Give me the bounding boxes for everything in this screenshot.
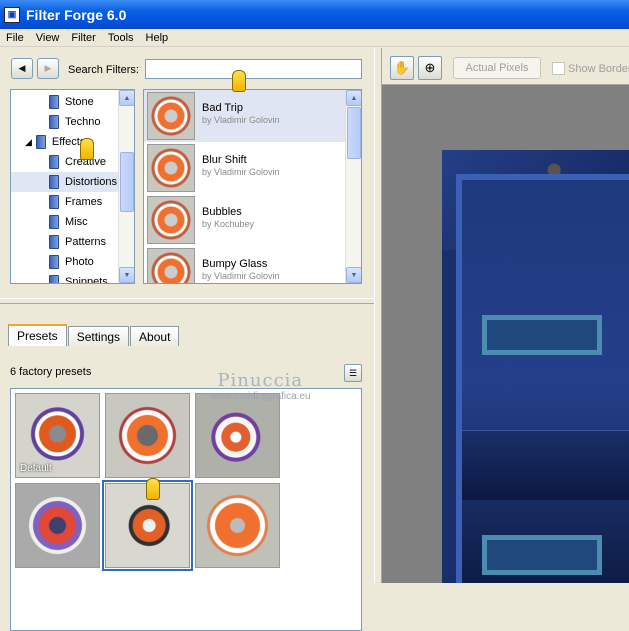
preview-frame	[456, 174, 629, 583]
arrow-left-icon: ◀	[18, 63, 26, 73]
tree-item-distortions[interactable]: Distortions	[11, 172, 119, 192]
collapse-icon[interactable]: ◢	[25, 137, 32, 148]
book-icon	[49, 195, 59, 209]
arrow-right-icon: ▶	[44, 63, 52, 73]
filter-list-scrollbar[interactable]: ▲ ▼	[345, 90, 361, 283]
filter-thumbnail	[147, 144, 195, 192]
preset-thumbnail[interactable]	[15, 483, 100, 568]
window-title: Filter Forge 6.0	[26, 6, 127, 23]
filter-item-bumpy-glass[interactable]: Bumpy Glass by Vladimir Golovin	[144, 246, 347, 283]
pointer-hand-icon	[232, 70, 246, 92]
search-label: Search Filters:	[68, 64, 139, 76]
preview-pane: ✋ ⊕ Actual Pixels Show Border	[382, 48, 629, 583]
preview-city-scene	[462, 430, 629, 500]
filter-item-bad-trip[interactable]: Bad Trip by Vladimir Golovin	[144, 90, 347, 142]
hand-tool-icon: ✋	[393, 60, 411, 75]
zoom-tool-icon: ⊕	[424, 60, 436, 75]
menu-view[interactable]: View	[30, 32, 66, 44]
filter-thumbnail	[147, 92, 195, 140]
filter-item-blur-shift[interactable]: Blur Shift by Vladimir Golovin	[144, 142, 347, 194]
tree-item-snippets[interactable]: Snippets	[49, 272, 108, 283]
tree-item-stone[interactable]: Stone	[49, 92, 94, 112]
tree-item-techno[interactable]: Techno	[49, 112, 100, 132]
tree-item-misc[interactable]: Misc	[49, 212, 88, 232]
preset-thumbnail[interactable]: Default	[15, 393, 100, 478]
hand-tool-button[interactable]: ✋	[390, 56, 414, 80]
book-icon	[49, 95, 59, 109]
preset-thumbnail[interactable]	[195, 393, 280, 478]
checkbox-icon[interactable]	[552, 62, 565, 75]
preview-arrow-shape	[482, 315, 602, 355]
vertical-splitter[interactable]	[374, 48, 382, 583]
tab-about[interactable]: About	[130, 326, 180, 346]
category-tree[interactable]: Stone Techno ◢ Effects Creative Distortio…	[10, 89, 135, 284]
book-icon	[49, 115, 59, 129]
horizontal-splitter[interactable]	[0, 298, 374, 304]
book-open-icon	[35, 135, 46, 149]
filter-thumbnail	[147, 248, 195, 283]
scroll-up-icon[interactable]: ▲	[119, 90, 134, 106]
presets-count: 6 factory presets	[10, 366, 92, 378]
tree-item-photo[interactable]: Photo	[49, 252, 94, 272]
show-border-checkbox[interactable]: Show Border	[552, 62, 629, 75]
tree-item-patterns[interactable]: Patterns	[49, 232, 106, 252]
search-input[interactable]	[145, 59, 362, 79]
title-bar: ▣ Filter Forge 6.0	[0, 0, 629, 29]
scroll-down-icon[interactable]: ▼	[119, 267, 134, 283]
presets-menu-button[interactable]: ☰	[344, 364, 362, 382]
tab-strip: Presets Settings About	[8, 324, 180, 346]
book-icon	[49, 175, 59, 189]
preview-image[interactable]	[442, 150, 629, 583]
pointer-hand-icon	[80, 138, 94, 160]
zoom-tool-button[interactable]: ⊕	[418, 56, 442, 80]
menu-file[interactable]: File	[0, 32, 30, 44]
filter-thumbnail	[147, 196, 195, 244]
tree-item-effects[interactable]: ◢ Effects	[25, 132, 85, 152]
menu-filter[interactable]: Filter	[65, 32, 101, 44]
forward-button[interactable]: ▶	[37, 58, 59, 79]
book-icon	[49, 255, 59, 269]
menu-bar: File View Filter Tools Help	[0, 29, 629, 47]
pointer-hand-icon	[146, 478, 160, 500]
presets-panel: Default	[10, 388, 362, 631]
scroll-thumb[interactable]	[347, 107, 361, 159]
menu-help[interactable]: Help	[140, 32, 175, 44]
actual-pixels-button[interactable]: Actual Pixels	[453, 57, 541, 79]
menu-tools[interactable]: Tools	[102, 32, 140, 44]
app-icon: ▣	[4, 6, 20, 23]
tree-item-frames[interactable]: Frames	[49, 192, 102, 212]
tab-presets[interactable]: Presets	[8, 324, 67, 346]
tree-scrollbar[interactable]: ▲ ▼	[118, 90, 134, 283]
filter-list[interactable]: Bad Trip by Vladimir Golovin Blur Shift …	[143, 89, 362, 284]
book-icon	[49, 275, 59, 283]
book-icon	[49, 215, 59, 229]
back-button[interactable]: ◀	[11, 58, 33, 79]
filter-item-bubbles[interactable]: Bubbles by Kochubey	[144, 194, 347, 246]
preset-thumbnail[interactable]	[105, 393, 190, 478]
preview-arrow-shape	[482, 535, 602, 575]
preset-thumbnail[interactable]	[195, 483, 280, 568]
tab-settings[interactable]: Settings	[67, 326, 130, 346]
scroll-thumb[interactable]	[120, 152, 134, 212]
left-pane: ◀ ▶ Search Filters: Stone Techno ◢ Effect…	[0, 48, 374, 631]
preview-toolbar: ✋ ⊕ Actual Pixels Show Border	[382, 48, 629, 85]
tree-item-creative[interactable]: Creative	[49, 152, 106, 172]
scroll-up-icon[interactable]: ▲	[346, 90, 361, 106]
scroll-down-icon[interactable]: ▼	[346, 267, 361, 283]
book-icon	[49, 155, 59, 169]
menu-icon: ☰	[348, 367, 358, 378]
book-icon	[49, 235, 59, 249]
